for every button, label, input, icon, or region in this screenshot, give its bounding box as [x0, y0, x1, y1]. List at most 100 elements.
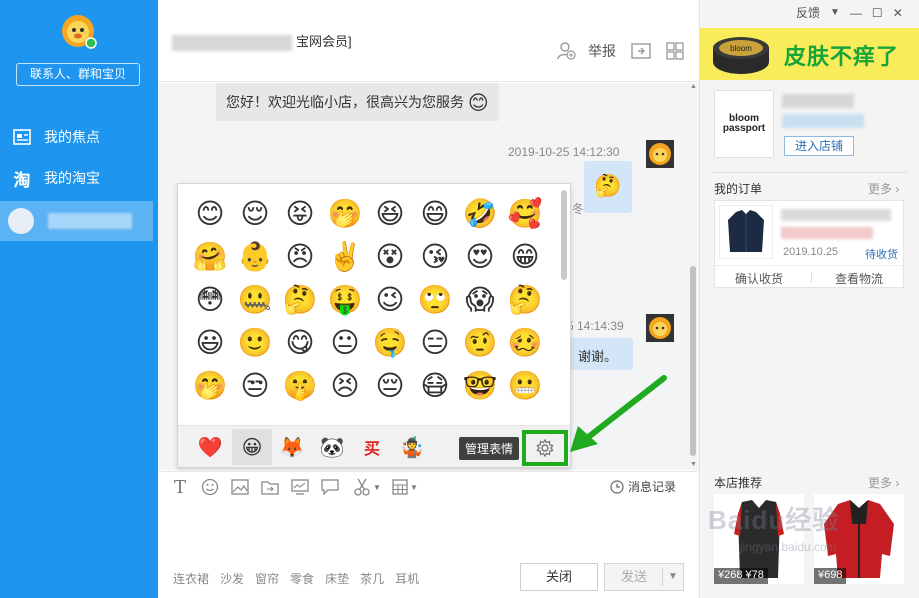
- message-input[interactable]: 连衣裙 沙发 窗帘 零食 床垫 茶几 耳机 关闭 发送 ▼: [158, 501, 699, 598]
- emoji-item[interactable]: 😣: [325, 366, 365, 406]
- quick-word-link[interactable]: 窗帘: [255, 570, 279, 587]
- emoji-panel-scrollbar[interactable]: [561, 190, 567, 280]
- emoji-item[interactable]: 😌: [235, 194, 275, 234]
- emoji-item[interactable]: 🥰: [505, 194, 545, 234]
- emoji-item[interactable]: 😊: [190, 194, 230, 234]
- emoji-item[interactable]: 😆: [370, 194, 410, 234]
- order-product-image[interactable]: [719, 205, 773, 259]
- emoji-item[interactable]: 😱: [460, 280, 500, 320]
- font-icon[interactable]: T: [170, 477, 190, 498]
- minimize-icon[interactable]: —: [850, 6, 862, 20]
- emoji-item[interactable]: 😝: [280, 194, 320, 234]
- shop-logo[interactable]: bloom passport: [714, 90, 774, 158]
- feedback-link[interactable]: 反馈: [796, 4, 820, 21]
- emoji-item[interactable]: 😠: [280, 237, 320, 277]
- tab-default-emoji[interactable]: 😀: [232, 429, 272, 465]
- recommend-more-link[interactable]: 更多 ›: [868, 474, 899, 491]
- app-logo[interactable]: [58, 12, 98, 50]
- emoji-item[interactable]: 🤨: [460, 323, 500, 363]
- dropdown-icon[interactable]: ▼: [830, 7, 840, 18]
- emoji-glyph: 😵: [375, 241, 405, 272]
- quick-word-link[interactable]: 茶几: [360, 570, 384, 587]
- tab-favorites[interactable]: ❤️: [190, 429, 230, 465]
- send-button[interactable]: 发送 ▼: [604, 563, 684, 591]
- emoji-item[interactable]: 🙄: [415, 280, 455, 320]
- sidebar-item-active-contact[interactable]: [0, 201, 153, 241]
- emoji-item[interactable]: 🤤: [370, 323, 410, 363]
- screenshot-scissors-icon[interactable]: ▼: [352, 478, 382, 496]
- emoji-item[interactable]: 😵: [370, 237, 410, 277]
- add-contact-icon[interactable]: [555, 40, 577, 62]
- maximize-icon[interactable]: ☐: [872, 6, 883, 20]
- message-scrollbar[interactable]: ▲ ▼: [689, 83, 697, 470]
- quick-word-link[interactable]: 沙发: [220, 570, 244, 587]
- emoji-item[interactable]: 😬: [505, 366, 545, 406]
- sidebar-item-focus[interactable]: 我的焦点: [0, 118, 158, 156]
- orders-title: 我的订单: [714, 182, 763, 196]
- cream-jar-image: bloom: [713, 37, 769, 74]
- view-logistics-button[interactable]: 查看物流: [835, 270, 883, 287]
- quick-word-link[interactable]: 耳机: [395, 570, 419, 587]
- report-button[interactable]: 举报: [588, 41, 616, 61]
- enter-shop-button[interactable]: 进入店铺: [784, 136, 854, 156]
- emoji-item[interactable]: 🤣: [460, 194, 500, 234]
- partial-text: 冬: [572, 202, 585, 216]
- confirm-receipt-button[interactable]: 确认收货: [735, 270, 783, 287]
- close-icon[interactable]: ✕: [893, 6, 903, 20]
- emoji-item[interactable]: 😉: [370, 280, 410, 320]
- emoji-item[interactable]: 😐: [325, 323, 365, 363]
- emoji-item[interactable]: 😄: [415, 194, 455, 234]
- ad-banner[interactable]: bloom 皮肤不痒了: [700, 28, 919, 80]
- emoji-item[interactable]: 😳: [190, 280, 230, 320]
- send-options-chevron-down-icon[interactable]: ▼: [668, 564, 678, 590]
- emoji-item[interactable]: 🤐: [235, 280, 275, 320]
- emoji-item[interactable]: 😔: [370, 366, 410, 406]
- emoji-item[interactable]: 🤭: [190, 366, 230, 406]
- close-button[interactable]: 关闭: [520, 563, 598, 591]
- tab-panda-stickers[interactable]: 🐼: [312, 429, 352, 465]
- emoji-item[interactable]: 🤔: [505, 280, 545, 320]
- scrollbar-thumb[interactable]: [690, 266, 696, 456]
- tab-character-stickers[interactable]: 🤹: [392, 429, 432, 465]
- quick-reply-icon[interactable]: [320, 478, 340, 496]
- emoji-item[interactable]: 😋: [280, 323, 320, 363]
- emoji-glyph: 😃: [195, 327, 225, 358]
- emoji-glyph: 🤭: [192, 370, 228, 401]
- quick-word-link[interactable]: 床垫: [325, 570, 349, 587]
- emoji-icon[interactable]: [200, 478, 220, 496]
- quick-word-link[interactable]: 零食: [290, 570, 314, 587]
- quick-word-link[interactable]: 连衣裙: [173, 570, 209, 587]
- blurred-product-price: [781, 227, 873, 239]
- emoji-item[interactable]: 🙂: [235, 323, 275, 363]
- contact-search-input[interactable]: 联系人、群和宝贝: [16, 63, 140, 86]
- emoji-item[interactable]: ✌️: [325, 237, 365, 277]
- emoji-item[interactable]: 🤔: [280, 280, 320, 320]
- emoji-item[interactable]: 😃: [190, 323, 230, 363]
- message-history-button[interactable]: 消息记录: [610, 478, 676, 495]
- emoji-item[interactable]: 😁: [505, 237, 545, 277]
- folder-icon[interactable]: [260, 478, 280, 496]
- emoji-item[interactable]: 😷: [415, 366, 455, 406]
- calculator-icon[interactable]: ▼: [390, 478, 420, 496]
- emoji-item[interactable]: 🤓: [460, 366, 500, 406]
- emoji-item[interactable]: 🤑: [325, 280, 365, 320]
- order-card[interactable]: 2019.10.25 待收货 确认收货 查看物流: [714, 200, 905, 288]
- emoji-item[interactable]: 🥴: [505, 323, 545, 363]
- emoji-item[interactable]: 😒: [235, 366, 275, 406]
- tab-buy-stickers[interactable]: 买: [352, 429, 392, 465]
- emoji-item[interactable]: 😑: [415, 323, 455, 363]
- tab-fox-stickers[interactable]: 🦊: [272, 429, 312, 465]
- annotation-arrow: [570, 375, 667, 452]
- emoji-item[interactable]: 😘: [415, 237, 455, 277]
- emoji-item[interactable]: 👶: [235, 237, 275, 277]
- emoji-item[interactable]: 😍: [460, 237, 500, 277]
- screen-share-icon[interactable]: [290, 478, 310, 496]
- sidebar-item-taobao[interactable]: 淘 我的淘宝: [0, 159, 158, 197]
- emoji-item[interactable]: 🤫: [280, 366, 320, 406]
- image-icon[interactable]: [230, 478, 250, 496]
- grid-apps-icon[interactable]: [664, 40, 686, 62]
- emoji-item[interactable]: 🤗: [190, 237, 230, 277]
- orders-more-link[interactable]: 更多 ›: [868, 180, 899, 197]
- share-icon[interactable]: [630, 40, 652, 62]
- emoji-item[interactable]: 🤭: [325, 194, 365, 234]
